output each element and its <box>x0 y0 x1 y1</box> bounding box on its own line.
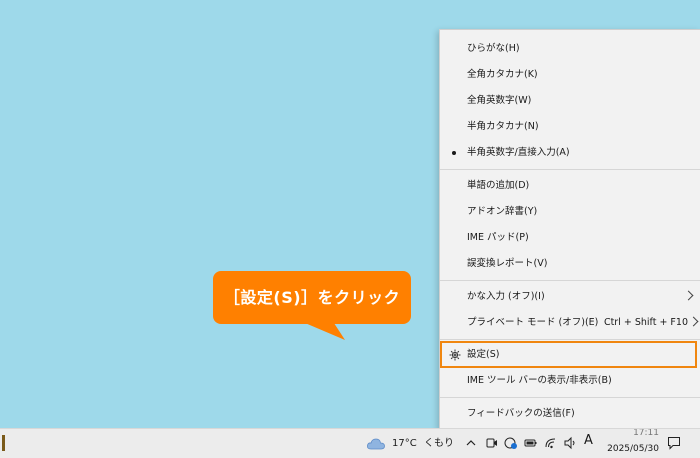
menu-separator <box>440 397 700 398</box>
menu-item-label: 全角英数字(W) <box>467 95 532 106</box>
menu-separator <box>440 339 700 340</box>
ime-context-menu: ひらがな(H) 全角カタカナ(K) 全角英数字(W) 半角カタカナ(N) 半角英… <box>439 29 700 430</box>
chevron-right-icon <box>683 290 694 301</box>
menu-item-label: 誤変換レポート(V) <box>467 258 548 269</box>
menu-item-label: 半角カタカナ(N) <box>467 121 539 132</box>
menu-item-label: ひらがな(H) <box>467 43 520 54</box>
menu-item-hankaku-katakana[interactable]: 半角カタカナ(N) <box>440 115 700 139</box>
notification-icon[interactable] <box>667 436 681 450</box>
menu-item-label: フィードバックの送信(F) <box>467 408 575 419</box>
menu-item-label: かな入力 (オフ)(I) <box>467 291 545 302</box>
speaker-icon[interactable] <box>563 435 577 451</box>
menu-item-zenkaku-katakana[interactable]: 全角カタカナ(K) <box>440 63 700 87</box>
instruction-callout: ［設定(S)］をクリック <box>213 271 411 324</box>
menu-item-private-mode[interactable]: プライベート モード (オフ)(E) Ctrl + Shift + F10 <box>440 311 700 335</box>
menu-item-label: 全角カタカナ(K) <box>467 69 538 80</box>
menu-item-hankaku-eisu[interactable]: 半角英数字/直接入力(A) <box>440 141 700 165</box>
weather-condition: くもり <box>424 438 454 449</box>
battery-icon[interactable] <box>524 435 538 451</box>
menu-item-kana-input[interactable]: かな入力 (オフ)(I) <box>440 285 700 309</box>
menu-item-hiragana[interactable]: ひらがな(H) <box>440 37 700 61</box>
menu-item-label: 単語の追加(D) <box>467 180 530 191</box>
menu-item-send-feedback[interactable]: フィードバックの送信(F) <box>440 402 700 426</box>
menu-item-label: IME ツール バーの表示/非表示(B) <box>467 375 612 386</box>
settings-highlight-box <box>440 341 697 368</box>
menu-item-ime-pad[interactable]: IME パッド(P) <box>440 226 700 250</box>
menu-item-label: IME パッド(P) <box>467 232 529 243</box>
menu-item-addon-dictionary[interactable]: アドオン辞書(Y) <box>440 200 700 224</box>
menu-item-label: プライベート モード (オフ)(E) <box>467 317 599 328</box>
taskbar-app-edge-icon[interactable] <box>2 435 5 451</box>
clock-date: 2025/05/30 <box>607 444 659 454</box>
chevron-up-icon[interactable] <box>466 435 476 451</box>
menu-item-zenkaku-eisu[interactable]: 全角英数字(W) <box>440 89 700 113</box>
security-icon[interactable] <box>504 435 518 451</box>
weather-temperature: 17°C <box>392 438 417 449</box>
menu-separator <box>440 280 700 281</box>
chevron-right-icon <box>688 316 699 327</box>
menu-item-label: アドオン辞書(Y) <box>467 206 538 217</box>
menu-item-add-word[interactable]: 単語の追加(D) <box>440 174 700 198</box>
ime-mode-indicator[interactable]: A <box>584 433 593 448</box>
clock[interactable]: 17:11 2025/05/30 <box>607 429 659 456</box>
menu-separator <box>440 169 700 170</box>
clock-time: 17:11 <box>633 429 659 438</box>
checked-bullet-icon <box>452 151 456 155</box>
menu-item-shortcut: Ctrl + Shift + F10 <box>603 317 688 328</box>
menu-item-label: 半角英数字/直接入力(A) <box>467 147 570 158</box>
taskbar: 17°C くもり A 17:11 2025/05/30 <box>0 428 700 458</box>
menu-item-conversion-report[interactable]: 誤変換レポート(V) <box>440 252 700 276</box>
menu-item-toolbar-toggle[interactable]: IME ツール バーの表示/非表示(B) <box>440 369 700 393</box>
wifi-icon[interactable] <box>544 435 558 451</box>
callout-text: ［設定(S)］をクリック <box>223 288 401 307</box>
camera-icon[interactable] <box>486 435 498 451</box>
cloud-icon <box>367 438 385 450</box>
